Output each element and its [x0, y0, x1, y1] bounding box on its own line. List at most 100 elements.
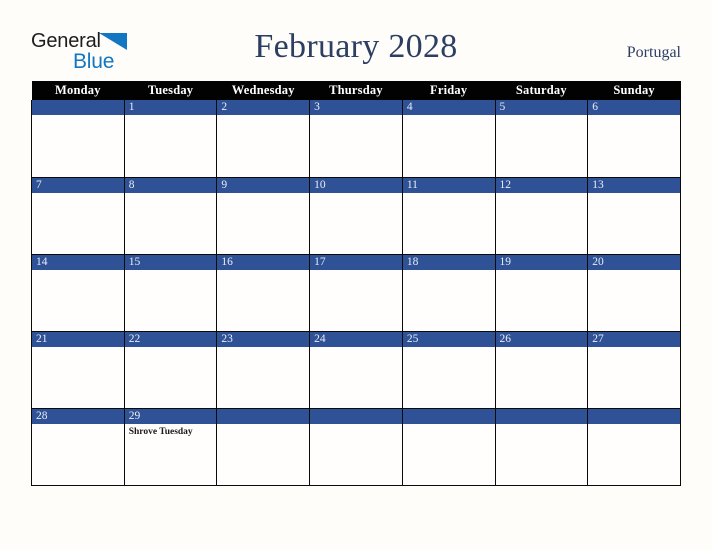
weekday-header-monday: Monday — [31, 81, 125, 100]
calendar-day-cell[interactable]: 7 — [31, 177, 125, 255]
day-event — [496, 424, 588, 427]
day-number: 29 — [124, 408, 217, 424]
day-event — [217, 347, 309, 350]
weekday-header-friday: Friday — [402, 81, 496, 100]
day-event — [403, 347, 495, 350]
day-event — [496, 115, 588, 118]
day-number: 1 — [124, 100, 217, 115]
calendar-page: General Blue February 2028 Portugal Mond… — [0, 0, 712, 550]
calendar-day-cell[interactable]: 9 — [216, 177, 311, 255]
day-number — [217, 408, 310, 424]
calendar-day-cell[interactable]: 3 — [309, 100, 403, 178]
day-event — [125, 115, 217, 118]
day-event — [310, 115, 402, 118]
calendar-day-cell[interactable] — [309, 408, 403, 486]
day-event — [403, 270, 495, 273]
weekday-header-sunday: Sunday — [587, 81, 681, 100]
day-number: 10 — [310, 177, 402, 193]
day-event — [125, 193, 217, 196]
calendar-day-cell[interactable] — [31, 100, 125, 178]
day-number: 25 — [402, 331, 495, 347]
calendar-day-cell[interactable]: 21 — [31, 331, 125, 409]
day-number — [310, 408, 402, 424]
day-event — [310, 270, 402, 273]
day-number: 26 — [495, 331, 588, 347]
day-event: Shrove Tuesday — [128, 426, 193, 437]
calendar-day-cell[interactable] — [401, 408, 496, 486]
day-number: 22 — [124, 331, 217, 347]
calendar-day-cell[interactable]: 6 — [587, 100, 681, 178]
calendar-day-cell[interactable]: 28 — [31, 408, 125, 486]
calendar-day-cell[interactable]: 22 — [123, 331, 218, 409]
day-event — [588, 115, 680, 118]
day-event — [588, 193, 680, 196]
day-event — [403, 115, 495, 118]
day-number: 17 — [310, 254, 402, 270]
day-number: 14 — [32, 254, 124, 270]
weekday-header-tuesday: Tuesday — [124, 81, 217, 100]
day-event — [217, 193, 309, 196]
calendar-day-cell[interactable]: 1 — [123, 100, 218, 178]
calendar-day-cell[interactable]: 19 — [494, 254, 589, 332]
day-event — [125, 347, 217, 350]
day-number: 6 — [588, 100, 680, 115]
calendar-day-cell[interactable]: 16 — [216, 254, 311, 332]
day-event — [32, 270, 124, 273]
day-number: 21 — [32, 331, 124, 347]
calendar-day-cell[interactable]: 12 — [494, 177, 589, 255]
day-number: 8 — [124, 177, 217, 193]
calendar-day-cell[interactable]: 18 — [401, 254, 496, 332]
calendar-day-cell[interactable]: 11 — [401, 177, 496, 255]
calendar-day-cell[interactable]: 13 — [587, 177, 681, 255]
day-number: 2 — [217, 100, 310, 115]
calendar-day-cell[interactable]: 24 — [309, 331, 403, 409]
calendar-day-cell[interactable]: 8 — [123, 177, 218, 255]
day-number: 9 — [217, 177, 310, 193]
day-event — [32, 193, 124, 196]
calendar-day-cell[interactable]: 20 — [587, 254, 681, 332]
day-event — [32, 347, 124, 350]
calendar-day-cell[interactable]: 14 — [31, 254, 125, 332]
day-number — [495, 408, 588, 424]
calendar-week-row: 28 29 Shrove Tuesday — [31, 408, 681, 486]
page-header: General Blue February 2028 Portugal — [0, 0, 712, 78]
day-event — [217, 115, 309, 118]
day-event — [496, 193, 588, 196]
calendar-grid: Monday Tuesday Wednesday Thursday Friday… — [31, 81, 681, 486]
calendar-day-cell[interactable]: 2 — [216, 100, 311, 178]
day-number: 23 — [217, 331, 310, 347]
calendar-day-cell[interactable]: 10 — [309, 177, 403, 255]
day-event — [217, 424, 309, 427]
day-event — [125, 270, 217, 273]
day-event — [588, 347, 680, 350]
calendar-day-cell[interactable]: 5 — [494, 100, 589, 178]
day-number: 13 — [588, 177, 680, 193]
calendar-day-cell[interactable]: 29 Shrove Tuesday — [123, 408, 218, 486]
calendar-week-row: 1 2 3 4 5 6 — [31, 100, 681, 178]
day-number: 27 — [588, 331, 680, 347]
day-number: 7 — [32, 177, 124, 193]
calendar-day-cell[interactable]: 25 — [401, 331, 496, 409]
day-number: 5 — [495, 100, 588, 115]
calendar-day-cell[interactable] — [216, 408, 311, 486]
calendar-day-cell[interactable] — [587, 408, 681, 486]
day-number: 18 — [402, 254, 495, 270]
day-event — [32, 115, 124, 118]
day-event — [496, 270, 588, 273]
calendar-day-cell[interactable]: 17 — [309, 254, 403, 332]
calendar-day-cell[interactable]: 15 — [123, 254, 218, 332]
calendar-day-cell[interactable]: 27 — [587, 331, 681, 409]
calendar-day-cell[interactable] — [494, 408, 589, 486]
day-event — [496, 347, 588, 350]
day-event — [403, 193, 495, 196]
calendar-day-cell[interactable]: 4 — [401, 100, 496, 178]
country-label: Portugal — [626, 44, 681, 61]
calendar-day-cell[interactable]: 23 — [216, 331, 311, 409]
day-event — [217, 270, 309, 273]
day-number — [32, 100, 124, 115]
day-number: 4 — [402, 100, 495, 115]
calendar-day-cell[interactable]: 26 — [494, 331, 589, 409]
calendar-week-row: 21 22 23 24 25 26 27 — [31, 331, 681, 409]
weekday-header-row: Monday Tuesday Wednesday Thursday Friday… — [31, 81, 681, 100]
day-number: 15 — [124, 254, 217, 270]
